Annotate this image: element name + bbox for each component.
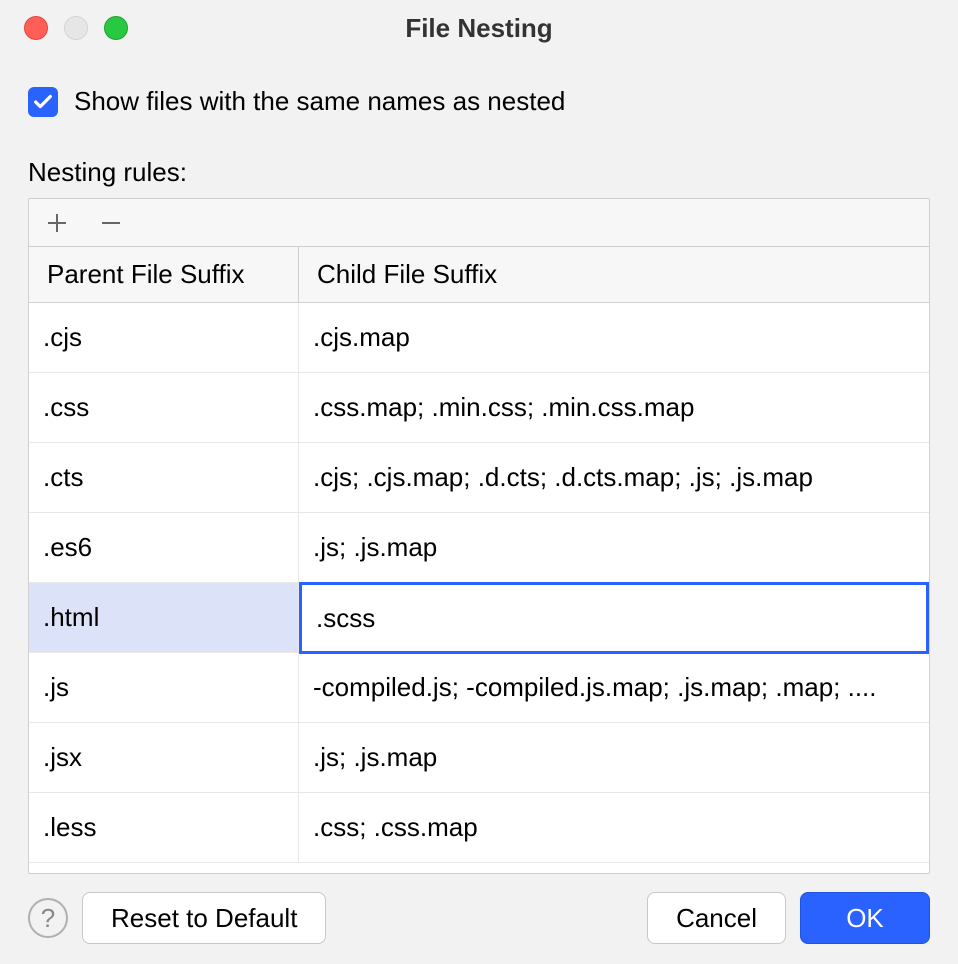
table-row[interactable]: .jsx .js; .js.map: [29, 723, 929, 793]
parent-suffix-cell[interactable]: .cjs: [29, 303, 299, 372]
minimize-window-button[interactable]: [64, 16, 88, 40]
minus-icon: [100, 212, 122, 234]
show-nested-checkbox[interactable]: [28, 87, 58, 117]
rules-table: Parent File Suffix Child File Suffix .cj…: [28, 198, 930, 874]
table-row[interactable]: .html .scss: [29, 583, 929, 653]
checkmark-icon: [32, 91, 54, 113]
child-suffix-text: .cjs; .cjs.map; .d.cts; .d.cts.map; .js;…: [313, 462, 929, 493]
child-suffix-cell[interactable]: .cjs; .cjs.map; .d.cts; .d.cts.map; .js;…: [299, 443, 929, 512]
column-header-parent[interactable]: Parent File Suffix: [29, 247, 299, 302]
close-window-button[interactable]: [24, 16, 48, 40]
table-toolbar: [29, 199, 929, 247]
add-rule-button[interactable]: [41, 207, 73, 239]
help-button[interactable]: ?: [28, 898, 68, 938]
reset-to-default-button[interactable]: Reset to Default: [82, 892, 326, 944]
dialog-window: File Nesting Show files with the same na…: [0, 0, 958, 964]
checkbox-row: Show files with the same names as nested: [28, 86, 930, 117]
child-suffix-cell[interactable]: .css; .css.map: [299, 793, 929, 862]
remove-rule-button[interactable]: [95, 207, 127, 239]
rules-label: Nesting rules:: [28, 157, 930, 188]
child-suffix-text: -compiled.js; -compiled.js.map; .js.map;…: [313, 672, 929, 703]
window-title: File Nesting: [405, 13, 552, 44]
dialog-footer: ? Reset to Default Cancel OK: [0, 884, 958, 964]
parent-suffix-cell[interactable]: .html: [29, 583, 299, 652]
maximize-window-button[interactable]: [104, 16, 128, 40]
child-suffix-text: .js; .js.map: [313, 742, 929, 773]
child-suffix-cell[interactable]: .css.map; .min.css; .min.css.map: [299, 373, 929, 442]
traffic-lights: [0, 16, 128, 40]
parent-suffix-cell[interactable]: .js: [29, 653, 299, 722]
cancel-button[interactable]: Cancel: [647, 892, 786, 944]
child-suffix-text: .css; .css.map: [313, 812, 929, 843]
parent-suffix-cell[interactable]: .jsx: [29, 723, 299, 792]
child-suffix-cell[interactable]: .js; .js.map: [299, 513, 929, 582]
plus-icon: [46, 212, 68, 234]
child-suffix-cell[interactable]: .cjs.map: [299, 303, 929, 372]
ok-button[interactable]: OK: [800, 892, 930, 944]
table-header: Parent File Suffix Child File Suffix: [29, 247, 929, 303]
child-suffix-text: .js; .js.map: [313, 532, 929, 563]
content-area: Show files with the same names as nested…: [0, 56, 958, 884]
table-row[interactable]: .css .css.map; .min.css; .min.css.map: [29, 373, 929, 443]
child-suffix-text: .cjs.map: [313, 322, 929, 353]
parent-suffix-cell[interactable]: .es6: [29, 513, 299, 582]
table-row[interactable]: .cts .cjs; .cjs.map; .d.cts; .d.cts.map; …: [29, 443, 929, 513]
table-row[interactable]: .cjs .cjs.map: [29, 303, 929, 373]
parent-suffix-cell[interactable]: .cts: [29, 443, 299, 512]
parent-suffix-cell[interactable]: .less: [29, 793, 299, 862]
checkbox-label: Show files with the same names as nested: [74, 86, 565, 117]
table-row[interactable]: .es6 .js; .js.map: [29, 513, 929, 583]
table-row[interactable]: .js -compiled.js; -compiled.js.map; .js.m…: [29, 653, 929, 723]
child-suffix-cell[interactable]: .js; .js.map: [299, 723, 929, 792]
child-suffix-text: .scss: [316, 603, 926, 634]
column-header-child[interactable]: Child File Suffix: [299, 247, 929, 302]
titlebar: File Nesting: [0, 0, 958, 56]
child-suffix-cell-editing[interactable]: .scss: [299, 582, 929, 654]
table-body: .cjs .cjs.map .css .css.map; .min.css; .min…: [29, 303, 929, 873]
table-row[interactable]: .less .css; .css.map: [29, 793, 929, 863]
child-suffix-cell[interactable]: -compiled.js; -compiled.js.map; .js.map;…: [299, 653, 929, 722]
parent-suffix-cell[interactable]: .css: [29, 373, 299, 442]
child-suffix-text: .css.map; .min.css; .min.css.map: [313, 392, 929, 423]
